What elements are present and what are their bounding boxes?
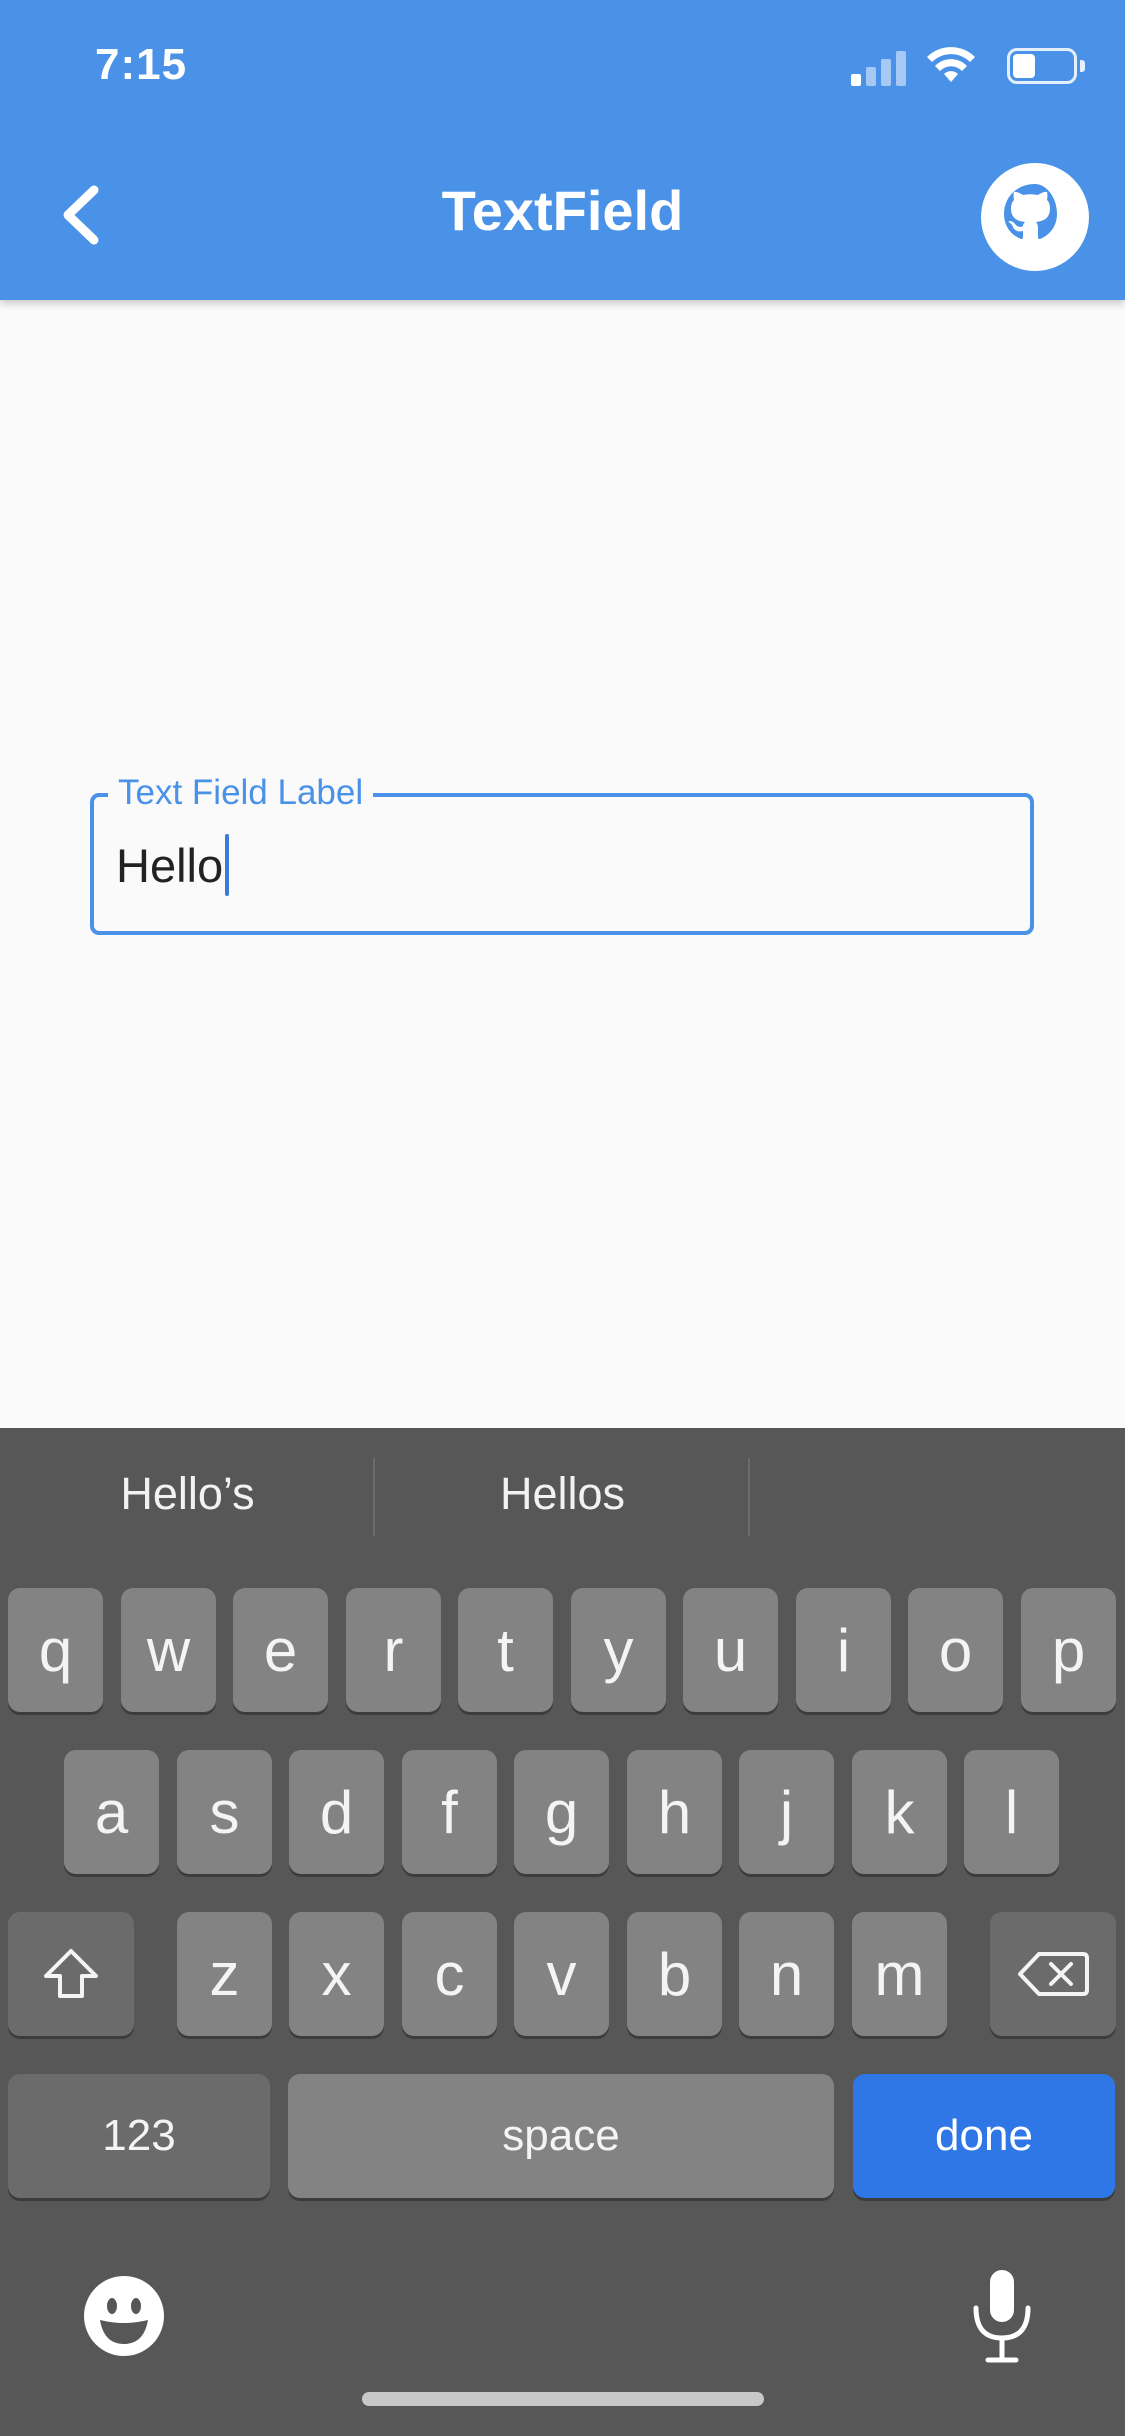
status-icons xyxy=(825,44,1085,94)
key-s[interactable]: s xyxy=(177,1750,272,1874)
done-key[interactable]: done xyxy=(853,2074,1115,2198)
backspace-key[interactable] xyxy=(990,1912,1116,2036)
shift-key[interactable] xyxy=(8,1912,134,2036)
suggestion-item[interactable]: Hello’s xyxy=(0,1468,375,1520)
key-f[interactable]: f xyxy=(402,1750,497,1874)
suggestion-divider xyxy=(748,1458,750,1536)
wifi-icon xyxy=(927,47,975,82)
key-q[interactable]: q xyxy=(8,1588,103,1712)
key-e[interactable]: e xyxy=(233,1588,328,1712)
page-title: TextField xyxy=(441,179,684,242)
app-bar: 7:15 TextField xyxy=(0,0,1125,300)
microphone-icon xyxy=(973,2270,1031,2363)
github-icon xyxy=(981,163,1089,271)
key-t[interactable]: t xyxy=(458,1588,553,1712)
numbers-key[interactable]: 123 xyxy=(8,2074,270,2198)
key-z[interactable]: z xyxy=(177,1912,272,2036)
emoji-icon xyxy=(84,2276,164,2356)
key-w[interactable]: w xyxy=(121,1588,216,1712)
key-c[interactable]: c xyxy=(402,1912,497,2036)
key-v[interactable]: v xyxy=(514,1912,609,2036)
backspace-icon xyxy=(1018,1952,1089,1996)
shift-icon xyxy=(44,1949,98,1998)
key-y[interactable]: y xyxy=(571,1588,666,1712)
key-h[interactable]: h xyxy=(627,1750,722,1874)
key-b[interactable]: b xyxy=(627,1912,722,2036)
text-field-label: Text Field Label xyxy=(108,771,374,815)
microphone-button[interactable] xyxy=(966,2266,1038,2366)
key-i[interactable]: i xyxy=(796,1588,891,1712)
key-r[interactable]: r xyxy=(346,1588,441,1712)
emoji-button[interactable] xyxy=(82,2274,166,2358)
key-x[interactable]: x xyxy=(289,1912,384,2036)
github-button[interactable] xyxy=(980,162,1090,272)
key-l[interactable]: l xyxy=(964,1750,1059,1874)
key-n[interactable]: n xyxy=(739,1912,834,2036)
text-caret xyxy=(225,834,230,896)
keyboard: Hello’s Hellos q w e r t y u i o p a s d… xyxy=(0,1428,1125,2436)
home-indicator[interactable] xyxy=(362,2392,764,2406)
text-field-value[interactable]: Hello xyxy=(116,838,223,893)
key-j[interactable]: j xyxy=(739,1750,834,1874)
key-a[interactable]: a xyxy=(64,1750,159,1874)
key-g[interactable]: g xyxy=(514,1750,609,1874)
key-u[interactable]: u xyxy=(683,1588,778,1712)
key-d[interactable]: d xyxy=(289,1750,384,1874)
battery-icon xyxy=(1007,48,1085,84)
suggestion-item[interactable]: Hellos xyxy=(375,1468,750,1520)
key-m[interactable]: m xyxy=(852,1912,947,2036)
key-p[interactable]: p xyxy=(1021,1588,1116,1712)
text-field[interactable]: Text Field Label Hello xyxy=(90,771,1034,935)
space-key[interactable]: space xyxy=(288,2074,834,2198)
status-time: 7:15 xyxy=(95,40,188,89)
suggestion-bar: Hello’s Hellos xyxy=(0,1428,1125,1578)
cellular-signal-icon xyxy=(851,50,907,86)
key-k[interactable]: k xyxy=(852,1750,947,1874)
key-o[interactable]: o xyxy=(908,1588,1003,1712)
